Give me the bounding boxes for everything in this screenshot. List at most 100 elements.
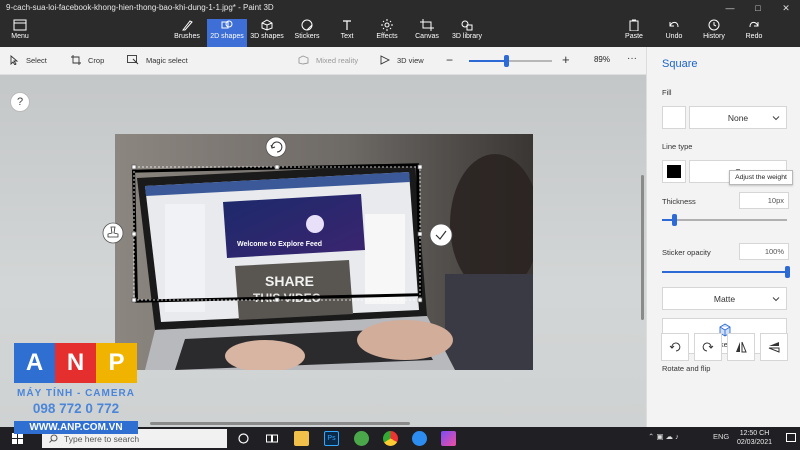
tab-label: Effects [376,33,398,40]
flip-horizontal-icon [736,341,747,353]
language-indicator[interactable]: ENG [713,432,729,441]
rotate-right-icon [702,342,714,352]
vertical-scrollbar[interactable] [641,175,644,320]
magic-select-icon [127,55,139,65]
horizontal-scrollbar[interactable] [150,422,410,425]
tab-canvas[interactable]: Canvas [413,19,441,47]
watermark-phone: 098 772 0 772 [32,401,120,416]
chrome-icon[interactable] [383,431,398,446]
finish-dropdown[interactable]: Matte [662,287,787,310]
history-button[interactable]: History [700,19,728,47]
maximize-button[interactable]: □ [744,0,772,16]
flip-vertical-button[interactable] [760,333,788,361]
fill-color-swatch[interactable] [662,106,686,129]
redo-button[interactable]: Redo [742,19,766,47]
zoom-out-button[interactable]: − [446,53,453,67]
close-button[interactable]: ✕ [772,0,800,16]
thickness-input[interactable]: 10px [739,192,789,209]
mixed-reality-label: Mixed reality [316,55,359,65]
cortana-icon[interactable] [238,433,249,444]
minus-icon: − [446,53,454,67]
logo-letter-p: P [96,343,137,383]
tab-3d-shapes[interactable]: 3D shapes [249,19,285,47]
tab-text[interactable]: Text [334,19,360,47]
thickness-slider-thumb[interactable] [672,214,677,226]
tab-label: Brushes [174,33,200,40]
file-explorer-icon[interactable] [294,431,309,446]
flip-horizontal-button[interactable] [727,333,755,361]
tooltip: Adjust the weight [729,170,793,185]
tab-effects[interactable]: Effects [372,19,402,47]
stamp-button[interactable] [102,222,124,244]
notifications-icon[interactable] [786,433,796,444]
chat-app-icon[interactable] [412,431,427,446]
coc-coc-browser-icon[interactable] [354,431,369,446]
stickers-icon [301,19,313,31]
zoom-slider[interactable] [469,55,552,67]
resize-handle[interactable] [131,164,137,170]
zoom-in-button[interactable]: + [562,52,570,67]
crop-tool[interactable]: Crop [71,55,104,65]
select-tool[interactable]: Select [10,55,47,65]
paste-label: Paste [625,33,643,40]
rotate-right-button[interactable] [694,333,722,361]
minimize-button[interactable]: — [716,0,744,16]
menu-button[interactable]: Menu [6,19,34,47]
window-controls: — □ ✕ [716,0,800,16]
thickness-slider[interactable] [662,214,787,226]
magic-select-tool[interactable]: Magic select [127,55,188,65]
photoshop-icon[interactable]: Ps [324,431,339,446]
tab-2d-shapes[interactable]: 2D shapes [207,19,247,47]
rotate-left-button[interactable] [661,333,689,361]
watermark-website: WWW.ANP.COM.VN [14,421,138,434]
task-view-icon[interactable] [266,433,278,444]
resize-handle[interactable] [131,297,137,303]
sticker-opacity-slider[interactable] [662,266,790,278]
tool-options-bar: Select Crop Magic select Mixed reality 3… [0,47,646,75]
zoom-slider-thumb[interactable] [503,55,509,67]
resize-handle[interactable] [131,231,137,237]
paste-button[interactable]: Paste [623,19,645,47]
crop-icon [71,55,81,65]
resize-handle[interactable] [417,297,423,303]
taskbar-clock[interactable]: 12:50 CH 02/03/2021 [737,429,772,447]
thickness-label: Thickness [662,197,696,206]
sticker-opacity-input[interactable]: 100% [739,243,789,260]
tab-brushes[interactable]: Brushes [170,19,204,47]
tab-3d-library[interactable]: 3D library [449,19,485,47]
resize-handle[interactable] [274,164,280,170]
resize-handle[interactable] [274,297,280,303]
canvas-image[interactable]: Welcome to Explore Feed SHARE THIS VIDEO [115,134,533,370]
sticker-opacity-slider-thumb[interactable] [784,266,790,278]
3d-view-button[interactable]: 3D view [380,55,424,65]
watermark-tagline: MÁY TÍNH - CAMERA [17,388,135,399]
brush-icon [181,20,193,31]
redo-icon [749,21,759,28]
3d-shapes-icon [261,19,273,31]
magic-select-label: Magic select [146,55,188,65]
tab-stickers[interactable]: Stickers [291,19,323,47]
window-title: 9-cach-sua-loi-facebook-khong-hien-thong… [6,3,274,12]
menu-label: Menu [11,33,29,40]
rotate-handle[interactable] [265,136,287,158]
2d-shapes-icon [221,20,233,29]
undo-button[interactable]: Undo [662,19,686,47]
fill-label: Fill [662,88,672,97]
paint-3d-icon[interactable] [441,431,456,446]
history-label: History [703,33,725,40]
help-button[interactable]: ? [10,92,30,112]
resize-handle[interactable] [417,231,423,237]
undo-label: Undo [665,33,683,40]
commit-button[interactable] [429,223,453,247]
resize-handle[interactable] [417,164,423,170]
tab-label: Text [340,33,354,40]
line-color-swatch[interactable] [662,160,686,183]
system-tray-icons[interactable]: ⌃ ▣ ☁ ♪ [648,432,679,441]
paste-icon [629,19,639,31]
title-bar: 9-cach-sua-loi-facebook-khong-hien-thong… [0,0,800,47]
clock-time: 12:50 CH [739,430,770,437]
mixed-reality-button[interactable]: Mixed reality [298,55,358,65]
tab-label: Canvas [415,33,439,40]
fill-dropdown[interactable]: None [689,106,787,129]
more-options-button[interactable]: ··· [627,53,637,64]
